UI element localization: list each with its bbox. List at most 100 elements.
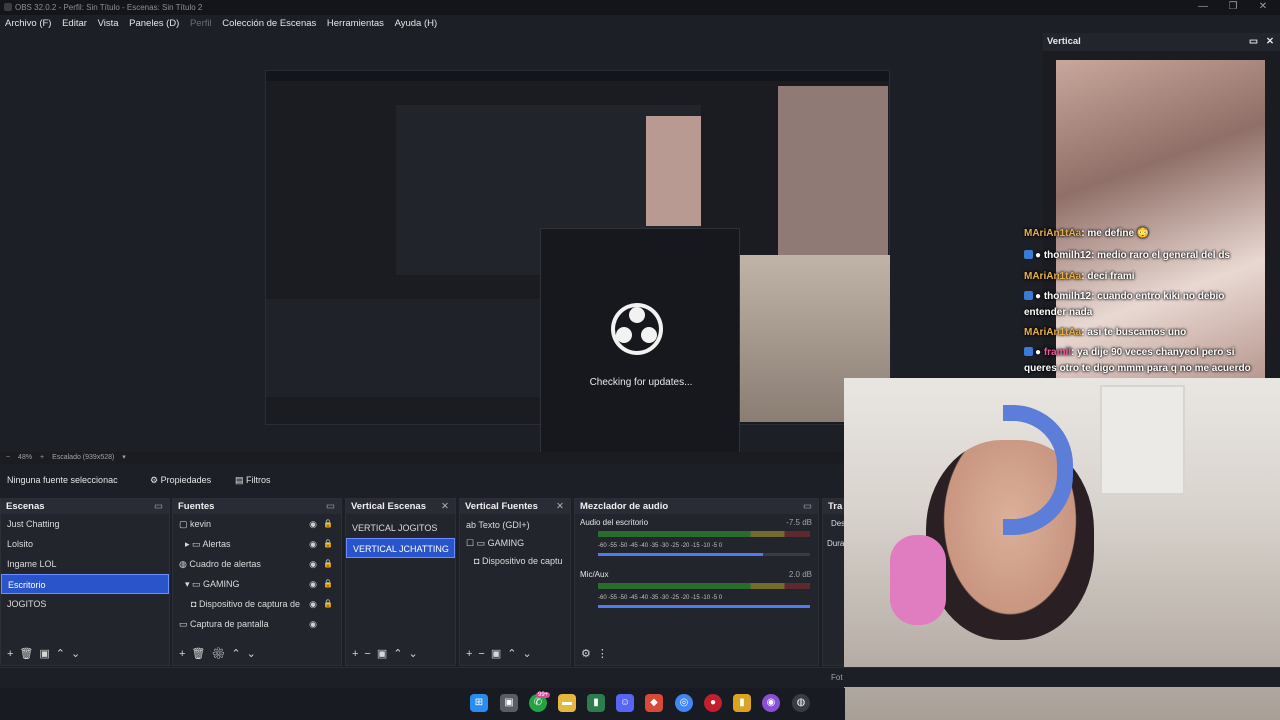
minimize-button[interactable]: — [1188,0,1218,14]
chat-line: MAriAn1tAa: asi te buscamos uno [1024,327,1187,338]
close-icon[interactable]: ✕ [556,499,564,514]
task-view-icon[interactable]: ▣ [500,694,518,712]
channel-name: Audio del escritorio [580,518,649,527]
chrome-icon[interactable]: ◎ [675,694,693,712]
close-icon[interactable]: ✕ [441,499,449,514]
app-icon[interactable]: ◉ [762,694,780,712]
transitions-header: Tra [823,499,845,514]
app-icon[interactable]: ● [704,694,722,712]
properties-button[interactable]: ⚙ Propiedades [150,468,211,492]
scale-dropdown-icon[interactable]: ▾ [122,454,126,461]
discord-icon[interactable]: ☺ [616,694,634,712]
obs-logo-icon [611,303,663,355]
scene-item[interactable]: Lolsito [1,534,169,554]
scene-item-selected[interactable]: Escritorio [1,574,169,594]
source-item[interactable]: ◘ Dispositivo de captura de ◉ 🔒 [173,594,341,614]
volume-meter [598,531,810,537]
visibility-eye-icon[interactable]: ◉ [309,614,317,634]
source-item[interactable]: ▢ kevin ◉ 🔒 [173,514,341,534]
chat-line: ● thomilh12: medio raro el general del d… [1024,250,1280,261]
visibility-eye-icon[interactable]: ◉ [309,574,317,594]
close-window-button[interactable]: ✕ [1248,0,1278,14]
menu-paneles[interactable]: Paneles (D) [129,15,179,32]
undock-icon[interactable]: ▭ [1249,33,1258,51]
vertical-source-item[interactable]: ab Texto (GDI+) [460,516,570,534]
source-item[interactable]: ▸ ▭ Alertas ◉ 🔒 [173,534,341,554]
chat-line: queres otro te digo mmm para q no me acu… [1024,363,1251,374]
source-context-bar: Ninguna fuente seleccionac ⚙ Propiedades… [0,468,844,492]
vertical-scene-item[interactable]: VERTICAL JOGITOS [346,518,455,538]
vertical-scenes-dock: Vertical Escenas ✕ VERTICAL JOGITOS VERTI… [345,498,456,666]
source-item[interactable]: ▭ Captura de pantalla ◉ [173,614,341,634]
sources-toolbar[interactable]: +🗑⚙⌃⌄ [173,643,341,665]
shelf-image [1100,385,1185,495]
app-icon[interactable]: ▮ [733,694,751,712]
obs-taskbar-icon[interactable]: ◍ [792,694,810,712]
update-check-dialog: Checking for updates... [540,228,740,460]
volume-slider[interactable] [598,605,810,608]
zoom-out-button[interactable]: − [6,454,10,461]
scale-label: Escalado (939x528) [52,454,115,461]
transition-select[interactable]: Des [823,514,845,534]
undock-icon[interactable]: ▭ [803,499,812,514]
vertical-sources-dock: Vertical Fuentes ✕ ab Texto (GDI+) ☐ ▭ GA… [459,498,571,666]
app-icon[interactable]: ▮ [587,694,605,712]
source-item[interactable]: ◍ Cuadro de alertas ◉ 🔒 [173,554,341,574]
scene-item[interactable]: Just Chatting [1,514,169,534]
channel-db: -7.5 dB [786,518,812,527]
undock-icon[interactable]: ▭ [326,499,335,514]
lock-icon[interactable]: 🔒 [323,574,333,594]
file-explorer-icon[interactable]: ▬ [558,694,576,712]
obs-app-icon [4,3,12,11]
zoom-in-button[interactable]: + [40,454,44,461]
menu-coleccion-escenas[interactable]: Colección de Escenas [222,15,316,32]
visibility-eye-icon[interactable]: ◉ [309,534,317,554]
scene-item[interactable]: Ingame LOL [1,554,169,574]
zoom-value: 48% [18,454,33,461]
menu-perfil[interactable]: Perfil [190,15,212,32]
meter-scale: -60 -55 -50 -45 -40 -35 -30 -25 -20 -15 … [598,543,723,549]
lock-icon[interactable]: 🔒 [323,514,333,534]
menu-archivo[interactable]: Archivo (F) [5,15,51,32]
vertical-panel-header: Vertical ▭ ✕ [1043,33,1280,51]
mixer-toolbar[interactable]: ⚙⋮ [575,643,818,665]
vertical-source-item[interactable]: ☐ ▭ GAMING [460,534,570,552]
undock-icon[interactable]: ▭ [154,499,163,514]
chat-line: entender nada [1024,307,1093,318]
vertical-scenes-toolbar[interactable]: +−▣⌃⌄ [346,643,455,665]
fps-label: Fot [831,673,843,682]
menu-editar[interactable]: Editar [62,15,87,32]
scene-item[interactable]: JOGITOS [1,594,169,614]
vertical-scene-item-selected[interactable]: VERTICAL JCHATTING [346,538,455,558]
menu-vista[interactable]: Vista [98,15,119,32]
notification-badge: 99+ [536,692,551,698]
vertical-sources-toolbar[interactable]: +−▣⌃⌄ [460,643,570,665]
vertical-scenes-header: Vertical Escenas ✕ [346,499,455,514]
chat-badge-icon [1024,291,1033,300]
visibility-eye-icon[interactable]: ◉ [309,594,317,614]
visibility-eye-icon[interactable]: ◉ [309,554,317,574]
close-icon[interactable]: ✕ [1266,33,1274,51]
filters-button[interactable]: ▤ Filtros [235,468,271,492]
scenes-header: Escenas ▭ [1,499,169,514]
windows-start-icon[interactable]: ⊞ [470,694,488,712]
lock-icon[interactable]: 🔒 [323,534,333,554]
menu-ayuda[interactable]: Ayuda (H) [395,15,438,32]
lock-icon[interactable]: 🔒 [323,594,333,614]
visibility-eye-icon[interactable]: ◉ [309,514,317,534]
volume-slider[interactable] [598,553,810,556]
maximize-button[interactable]: ❐ [1218,0,1248,14]
chat-line: MAriAn1tAa: decí frami [1024,271,1135,282]
volume-slider-fill [598,553,764,556]
source-item[interactable]: ▾ ▭ GAMING ◉ 🔒 [173,574,341,594]
app-icon[interactable]: ◆ [645,694,663,712]
sources-header: Fuentes ▭ [173,499,341,514]
menu-herramientas[interactable]: Herramientas [327,15,384,32]
channel-db: 2.0 dB [788,570,812,579]
lock-icon[interactable]: 🔒 [323,554,333,574]
status-bar: Fot [0,667,1280,687]
vertical-source-item[interactable]: ◘ Dispositivo de captu [460,552,570,570]
scenes-toolbar[interactable]: +🗑▣⌃⌄ [1,643,169,665]
chat-line: ● framil: ya dije 90 veces chanyeol pero… [1024,347,1280,358]
transitions-dock: Tra Des Dura [822,498,846,666]
